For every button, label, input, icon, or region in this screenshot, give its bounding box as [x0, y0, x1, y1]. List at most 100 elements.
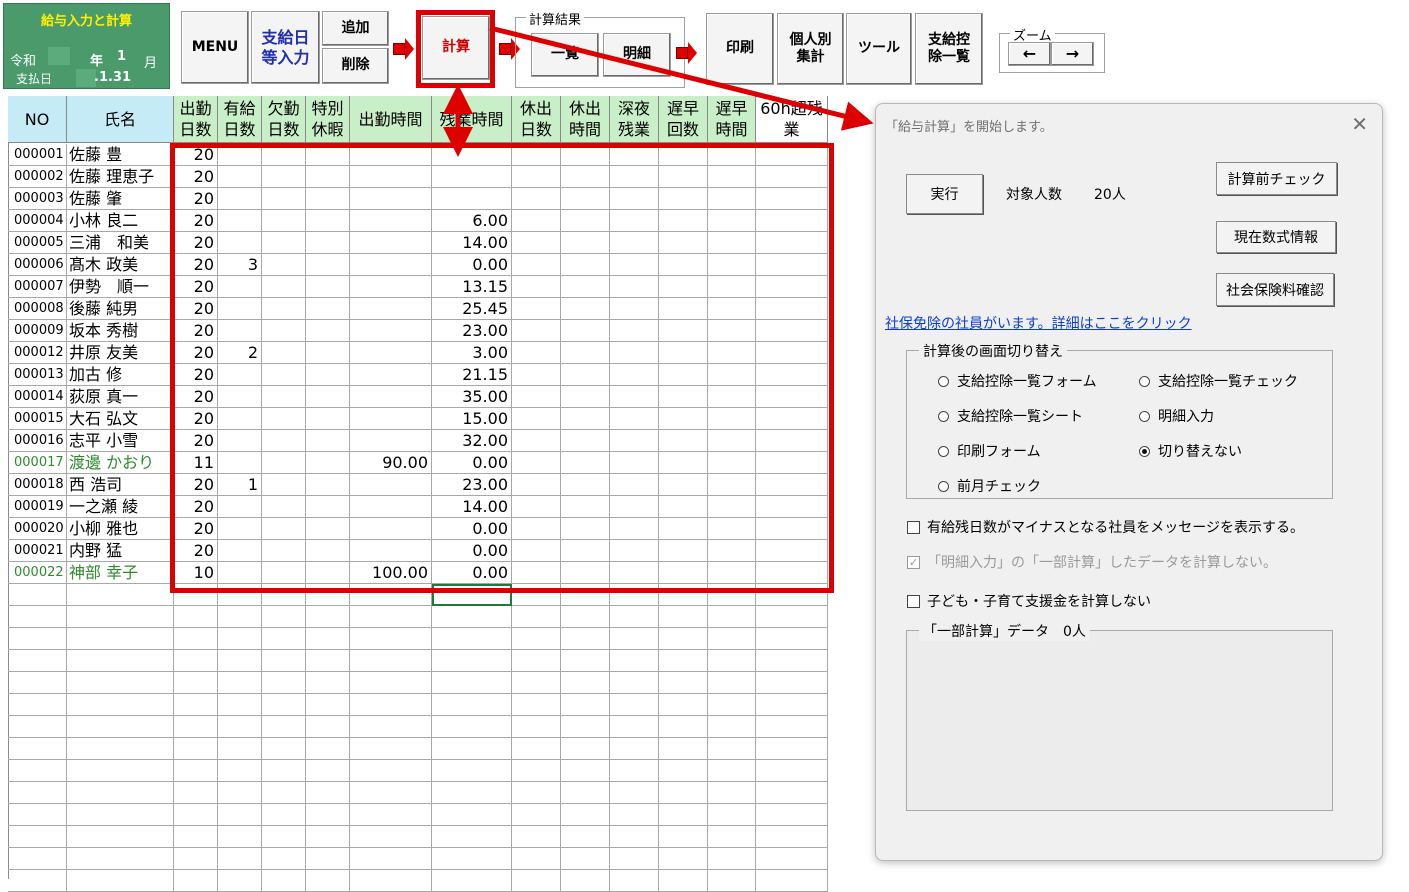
- switch-radio-option[interactable]: 前月チェック: [938, 476, 1041, 496]
- pay-date-input-button[interactable]: 支給日 等入力: [251, 11, 320, 84]
- empty-cell[interactable]: [350, 738, 432, 760]
- empty-cell[interactable]: [756, 826, 828, 848]
- empty-cell[interactable]: [432, 716, 512, 738]
- empty-cell[interactable]: [512, 738, 561, 760]
- empty-cell[interactable]: [174, 650, 218, 672]
- empty-cell[interactable]: [756, 606, 828, 628]
- employee-no-cell[interactable]: 000001: [8, 144, 67, 166]
- empty-cell[interactable]: [306, 650, 350, 672]
- empty-cell[interactable]: [432, 694, 512, 716]
- zoom-out-button[interactable]: ←: [1008, 42, 1051, 66]
- empty-cell[interactable]: [67, 606, 174, 628]
- empty-cell[interactable]: [659, 606, 708, 628]
- employee-name-cell[interactable]: 佐藤 肇: [67, 188, 174, 210]
- empty-cell[interactable]: [350, 804, 432, 826]
- switch-radio-option[interactable]: 明細入力: [1139, 406, 1214, 426]
- employee-name-cell[interactable]: 荻原 真一: [67, 386, 174, 408]
- empty-cell[interactable]: [8, 782, 67, 804]
- empty-cell[interactable]: [610, 716, 659, 738]
- empty-cell[interactable]: [512, 848, 561, 870]
- empty-cell[interactable]: [659, 760, 708, 782]
- switch-radio-option[interactable]: 切り替えない: [1139, 441, 1242, 461]
- empty-cell[interactable]: [561, 826, 610, 848]
- column-header[interactable]: 欠勤 日数: [262, 96, 306, 143]
- empty-cell[interactable]: [708, 848, 756, 870]
- empty-cell[interactable]: [218, 628, 262, 650]
- employee-name-cell[interactable]: 志平 小雪: [67, 430, 174, 452]
- empty-cell[interactable]: [8, 826, 67, 848]
- column-header[interactable]: 遅早 時間: [708, 96, 756, 143]
- empty-cell[interactable]: [174, 848, 218, 870]
- formula-info-button[interactable]: 現在数式情報: [1216, 221, 1336, 253]
- employee-name-cell[interactable]: 井原 友美: [67, 342, 174, 364]
- column-header[interactable]: 出勤時間: [350, 96, 432, 143]
- empty-cell[interactable]: [708, 650, 756, 672]
- empty-cell[interactable]: [512, 672, 561, 694]
- empty-cell[interactable]: [174, 672, 218, 694]
- child-support-checkbox[interactable]: 子ども・子育て支援金を計算しない: [907, 591, 1151, 611]
- empty-cell[interactable]: [708, 672, 756, 694]
- empty-row[interactable]: [8, 826, 828, 848]
- empty-cell[interactable]: [610, 672, 659, 694]
- empty-cell[interactable]: [512, 606, 561, 628]
- empty-cell[interactable]: [8, 716, 67, 738]
- empty-cell[interactable]: [561, 606, 610, 628]
- zoom-in-button[interactable]: →: [1051, 42, 1094, 66]
- empty-cell[interactable]: [67, 672, 174, 694]
- empty-cell[interactable]: [610, 760, 659, 782]
- empty-cell[interactable]: [218, 738, 262, 760]
- empty-cell[interactable]: [708, 782, 756, 804]
- empty-cell[interactable]: [67, 848, 174, 870]
- empty-cell[interactable]: [659, 826, 708, 848]
- employee-name-cell[interactable]: 伊勢 順一: [67, 276, 174, 298]
- empty-cell[interactable]: [8, 760, 67, 782]
- empty-row[interactable]: [8, 870, 828, 892]
- empty-cell[interactable]: [262, 804, 306, 826]
- year-input[interactable]: [48, 47, 70, 65]
- empty-cell[interactable]: [561, 738, 610, 760]
- employee-name-cell[interactable]: 後藤 純男: [67, 298, 174, 320]
- empty-cell[interactable]: [262, 672, 306, 694]
- employee-name-cell[interactable]: 渡邊 かおり: [67, 452, 174, 474]
- empty-cell[interactable]: [218, 826, 262, 848]
- empty-cell[interactable]: [708, 738, 756, 760]
- empty-cell[interactable]: [708, 826, 756, 848]
- empty-cell[interactable]: [512, 650, 561, 672]
- employee-no-cell[interactable]: 000005: [8, 232, 67, 254]
- per-person-summary-button[interactable]: 個人別 集計: [777, 13, 844, 85]
- employee-no-cell[interactable]: 000019: [8, 496, 67, 518]
- employee-no-cell[interactable]: 000009: [8, 320, 67, 342]
- employee-name-cell[interactable]: 佐藤 豊: [67, 144, 174, 166]
- empty-cell[interactable]: [610, 606, 659, 628]
- empty-row[interactable]: [8, 782, 828, 804]
- empty-row[interactable]: [8, 650, 828, 672]
- empty-row[interactable]: [8, 716, 828, 738]
- employee-name-cell[interactable]: 一之瀬 綾: [67, 496, 174, 518]
- empty-cell[interactable]: [512, 716, 561, 738]
- pay-date-value[interactable]: .1.31: [94, 70, 131, 85]
- employee-no-cell[interactable]: 000017: [8, 452, 67, 474]
- empty-cell[interactable]: [561, 716, 610, 738]
- employee-no-cell[interactable]: 000008: [8, 298, 67, 320]
- empty-row[interactable]: [8, 606, 828, 628]
- empty-cell[interactable]: [306, 804, 350, 826]
- employee-name-cell[interactable]: 小柳 雅也: [67, 518, 174, 540]
- employee-name-cell[interactable]: 内野 猛: [67, 540, 174, 562]
- empty-cell[interactable]: [350, 628, 432, 650]
- empty-cell[interactable]: [350, 650, 432, 672]
- empty-cell[interactable]: [174, 694, 218, 716]
- employee-no-cell[interactable]: 000004: [8, 210, 67, 232]
- empty-cell[interactable]: [306, 760, 350, 782]
- employee-name-cell[interactable]: 加古 修: [67, 364, 174, 386]
- empty-row[interactable]: [8, 848, 828, 870]
- empty-cell[interactable]: [174, 606, 218, 628]
- empty-cell[interactable]: [610, 650, 659, 672]
- empty-cell[interactable]: [610, 738, 659, 760]
- empty-cell[interactable]: [659, 694, 708, 716]
- empty-cell[interactable]: [756, 738, 828, 760]
- empty-cell[interactable]: [262, 870, 306, 892]
- employee-no-cell[interactable]: 000020: [8, 518, 67, 540]
- precheck-button[interactable]: 計算前チェック: [1216, 162, 1337, 195]
- empty-cell[interactable]: [350, 694, 432, 716]
- employee-name-cell[interactable]: 三浦 和美: [67, 232, 174, 254]
